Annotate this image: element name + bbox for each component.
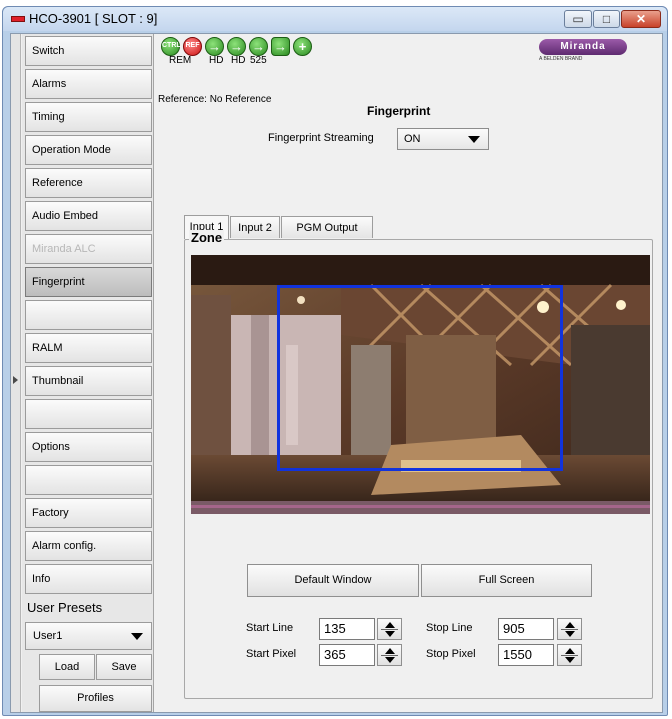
arrow-ok-icon[interactable]: → xyxy=(249,37,268,56)
sidebar-item-info[interactable]: Info xyxy=(25,564,152,594)
default-window-button[interactable]: Default Window xyxy=(247,564,419,597)
sidebar-item-blank[interactable] xyxy=(25,399,152,429)
streaming-label: Fingerprint Streaming xyxy=(268,132,374,144)
save-button[interactable]: Save xyxy=(96,654,152,680)
window-content: Switch Alarms Timing Operation Mode Refe… xyxy=(10,33,663,713)
icon-label: HD xyxy=(231,55,246,66)
sidebar-item-switch[interactable]: Switch xyxy=(25,36,152,66)
stop-line-input[interactable]: 905 xyxy=(498,618,554,640)
user-presets-label: User Presets xyxy=(27,600,103,615)
main-panel: CTRL REF → → → → + REM HD HD 525 Miranda… xyxy=(155,34,662,712)
status-icons: CTRL REF → → → → + REM HD HD 525 xyxy=(161,35,321,67)
reference-status: Reference: No Reference xyxy=(158,94,272,105)
brand-logo: Miranda xyxy=(539,39,627,55)
arrow-ok-icon[interactable]: → xyxy=(227,37,246,56)
sidebar-item-alarm-config[interactable]: Alarm config. xyxy=(25,531,152,561)
sidebar-item-blank[interactable] xyxy=(25,465,152,495)
sidebar-item-thumbnail[interactable]: Thumbnail xyxy=(25,366,152,396)
start-line-input[interactable]: 135 xyxy=(319,618,375,640)
sidebar-item-fingerprint[interactable]: Fingerprint xyxy=(25,267,152,297)
stop-pixel-label: Stop Pixel xyxy=(426,648,476,660)
sidebar-item-ralm[interactable]: RALM xyxy=(25,333,152,363)
brand-subtitle: A BELDEN BRAND xyxy=(539,56,583,62)
ref-icon-text: REF xyxy=(185,42,200,49)
increment-icon[interactable] xyxy=(565,622,575,628)
zone-selection-rect[interactable] xyxy=(277,285,563,471)
increment-icon[interactable] xyxy=(565,648,575,654)
expand-arrow-icon[interactable] xyxy=(13,376,18,384)
collapse-strip[interactable] xyxy=(11,34,21,712)
start-pixel-spinner[interactable] xyxy=(377,644,402,666)
app-window: HCO-3901 [ SLOT : 9] ▭ □ ✕ Switch Alarms… xyxy=(2,6,668,716)
ref-icon[interactable]: REF xyxy=(183,37,202,56)
minimize-icon: ▭ xyxy=(572,12,584,26)
full-screen-button[interactable]: Full Screen xyxy=(421,564,592,597)
streaming-select[interactable]: ON xyxy=(397,128,489,150)
stop-pixel-spinner[interactable] xyxy=(557,644,582,666)
start-pixel-label: Start Pixel xyxy=(246,648,297,660)
arrow-ok-icon[interactable]: → xyxy=(205,37,224,56)
stop-line-spinner[interactable] xyxy=(557,618,582,640)
chevron-down-icon xyxy=(131,633,143,640)
ctrl-icon-text: CTRL xyxy=(162,42,181,49)
ctrl-icon[interactable]: CTRL xyxy=(161,37,181,56)
title-bar[interactable]: HCO-3901 [ SLOT : 9] ▭ □ ✕ xyxy=(3,7,667,31)
profiles-button[interactable]: Profiles xyxy=(39,685,152,712)
status-icon-labels: REM HD HD 525 xyxy=(169,55,319,67)
close-button[interactable]: ✕ xyxy=(621,10,661,28)
tab-input-2[interactable]: Input 2 xyxy=(230,216,280,238)
icon-label: REM xyxy=(169,55,192,66)
icon-label: HD xyxy=(209,55,224,66)
start-line-label: Start Line xyxy=(246,622,294,634)
start-line-spinner[interactable] xyxy=(377,618,402,640)
user-preset-value: User1 xyxy=(33,630,63,642)
maximize-button[interactable]: □ xyxy=(593,10,620,28)
app-icon xyxy=(11,16,25,22)
sidebar: Switch Alarms Timing Operation Mode Refe… xyxy=(22,34,154,712)
stop-line-label: Stop Line xyxy=(426,622,473,634)
maximize-icon: □ xyxy=(602,12,611,26)
start-pixel-input[interactable]: 365 xyxy=(319,644,375,666)
tab-pgm-output[interactable]: PGM Output xyxy=(281,216,373,238)
sidebar-item-miranda-alc: Miranda ALC xyxy=(25,234,152,264)
increment-icon[interactable] xyxy=(385,622,395,628)
user-preset-select[interactable]: User1 xyxy=(25,622,152,650)
sidebar-item-operation-mode[interactable]: Operation Mode xyxy=(25,135,152,165)
icon-label: 525 xyxy=(250,55,267,66)
minimize-button[interactable]: ▭ xyxy=(564,10,592,28)
increment-icon[interactable] xyxy=(385,648,395,654)
window-title: HCO-3901 [ SLOT : 9] xyxy=(29,11,158,26)
close-icon: ✕ xyxy=(635,12,647,26)
sidebar-item-timing[interactable]: Timing xyxy=(25,102,152,132)
plus-icon[interactable]: + xyxy=(293,37,312,56)
stop-pixel-input[interactable]: 1550 xyxy=(498,644,554,666)
streaming-value: ON xyxy=(404,133,421,145)
decrement-icon[interactable] xyxy=(565,631,575,637)
sidebar-item-reference[interactable]: Reference xyxy=(25,168,152,198)
sidebar-item-audio-embed[interactable]: Audio Embed xyxy=(25,201,152,231)
chevron-down-icon xyxy=(468,136,480,143)
decrement-icon[interactable] xyxy=(565,657,575,663)
decrement-icon[interactable] xyxy=(385,657,395,663)
page-title: Fingerprint xyxy=(367,104,431,118)
decrement-icon[interactable] xyxy=(385,631,395,637)
zone-title: Zone xyxy=(189,230,225,245)
sidebar-item-alarms[interactable]: Alarms xyxy=(25,69,152,99)
video-preview[interactable] xyxy=(191,255,650,514)
sidebar-item-factory[interactable]: Factory xyxy=(25,498,152,528)
load-button[interactable]: Load xyxy=(39,654,95,680)
arrow-ok-icon[interactable]: → xyxy=(271,37,290,56)
sidebar-item-options[interactable]: Options xyxy=(25,432,152,462)
sidebar-item-blank[interactable] xyxy=(25,300,152,330)
